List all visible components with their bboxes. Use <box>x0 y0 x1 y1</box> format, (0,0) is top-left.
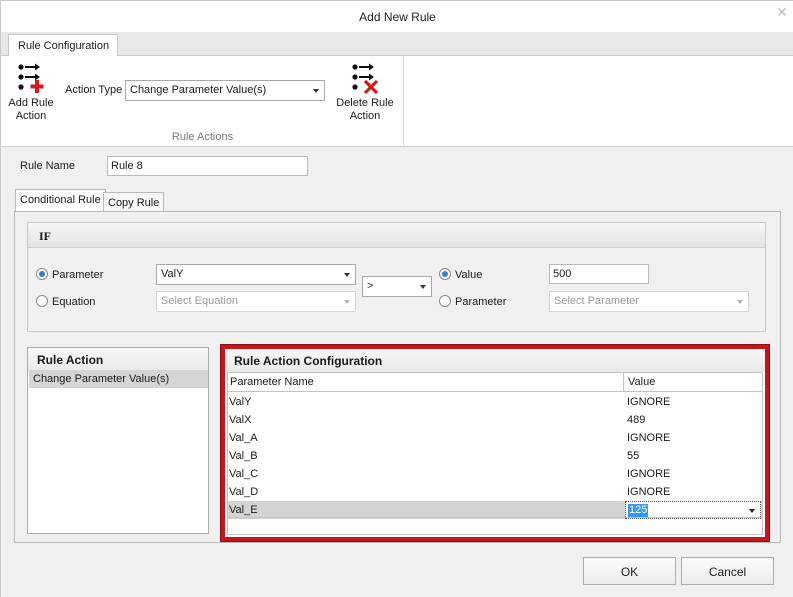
conditional-rule-page: IF Parameter Equation ValY Select Equati… <box>14 211 781 543</box>
radio-left-parameter[interactable]: Parameter <box>36 268 103 281</box>
radio-selected-icon <box>439 268 451 280</box>
left-parameter-select[interactable]: ValY <box>156 264 356 285</box>
tab-rule-configuration[interactable]: Rule Configuration <box>8 34 118 57</box>
column-divider[interactable] <box>623 373 624 392</box>
table-row[interactable]: Val_C IGNORE <box>228 465 762 483</box>
rule-actions-caption: Rule Actions <box>171 131 234 143</box>
value-cell[interactable]: 489 <box>627 414 645 426</box>
parameter-name-cell: ValY <box>229 396 252 408</box>
equation-select[interactable]: Select Equation <box>156 291 356 312</box>
ok-button[interactable]: OK <box>583 557 676 585</box>
operator-value: > <box>367 280 374 292</box>
chevron-down-icon[interactable] <box>749 509 755 513</box>
ribbon: Add Rule Action Action Type Change Param… <box>1 56 793 147</box>
dialog-content: Rule Name Rule 8 Conditional Rule Copy R… <box>1 147 793 547</box>
delete-rule-action-button[interactable]: Delete Rule Action <box>332 62 398 123</box>
value-cell[interactable]: 55 <box>627 450 639 462</box>
title-bar: Add New Rule ✕ <box>1 1 793 32</box>
chevron-down-icon <box>313 89 319 93</box>
rule-action-configuration-panel: Rule Action Configuration Parameter Name… <box>221 345 769 541</box>
close-icon[interactable]: ✕ <box>772 3 792 21</box>
if-panel: IF Parameter Equation ValY Select Equati… <box>27 222 766 332</box>
compare-value-input[interactable]: 500 <box>549 264 649 284</box>
grid-header: Parameter Name Value <box>228 373 762 392</box>
delete-action-icon <box>352 63 379 94</box>
action-type-select[interactable]: Change Parameter Value(s) <box>125 80 325 101</box>
grid-bottom-border <box>228 517 762 518</box>
table-row[interactable]: ValY IGNORE <box>228 393 762 411</box>
ribbon-tab-strip: Rule Configuration <box>1 32 793 57</box>
tab-copy-rule[interactable]: Copy Rule <box>103 192 165 213</box>
rule-action-panel: Rule Action Change Parameter Value(s) <box>27 347 209 534</box>
value-cell[interactable]: IGNORE <box>627 468 670 480</box>
compare-parameter-select[interactable]: Select Parameter <box>549 291 749 312</box>
rule-action-configuration-title: Rule Action Configuration <box>225 349 765 372</box>
radio-label: Parameter <box>455 296 507 308</box>
rule-actions-group: Add Rule Action Action Type Change Param… <box>1 56 404 147</box>
radio-unselected-icon <box>439 295 451 307</box>
if-panel-title: IF <box>28 223 765 248</box>
rule-name-input[interactable]: Rule 8 <box>107 156 308 176</box>
delete-rule-action-label: Delete Rule Action <box>336 97 394 122</box>
chevron-down-icon <box>737 300 743 304</box>
value-edit-text[interactable]: 125 <box>628 504 649 517</box>
rule-action-item[interactable]: Change Parameter Value(s) <box>29 370 208 388</box>
radio-label: Parameter <box>52 269 104 281</box>
parameter-name-cell: Val_B <box>229 450 258 462</box>
action-type-value: Change Parameter Value(s) <box>130 84 267 96</box>
compare-parameter-placeholder: Select Parameter <box>554 295 639 307</box>
parameter-name-cell: Val_D <box>229 486 259 498</box>
radio-unselected-icon <box>36 295 48 307</box>
radio-label: Equation <box>52 296 96 308</box>
operator-select[interactable]: > <box>362 276 432 297</box>
equation-placeholder: Select Equation <box>161 295 239 307</box>
parameter-name-cell: Val_A <box>229 432 258 444</box>
tab-conditional-rule[interactable]: Conditional Rule <box>15 189 106 212</box>
value-cell[interactable]: IGNORE <box>627 432 670 444</box>
rule-action-title: Rule Action <box>28 348 208 371</box>
chevron-down-icon <box>420 285 426 289</box>
radio-left-equation[interactable]: Equation <box>36 295 95 308</box>
value-cell[interactable]: IGNORE <box>627 396 670 408</box>
add-rule-action-button[interactable]: Add Rule Action <box>7 62 55 123</box>
parameter-name-cell: Val_E <box>229 504 258 516</box>
table-row[interactable]: Val_A IGNORE <box>228 429 762 447</box>
table-row[interactable]: ValX 489 <box>228 411 762 429</box>
add-rule-action-label: Add Rule Action <box>8 97 54 122</box>
radio-label: Value <box>455 269 483 281</box>
rule-name-label: Rule Name <box>20 160 76 172</box>
dialog-footer: OK Cancel <box>1 547 793 597</box>
radio-right-value[interactable]: Value <box>439 268 482 281</box>
column-header-value[interactable]: Value <box>628 376 655 388</box>
radio-right-parameter[interactable]: Parameter <box>439 295 506 308</box>
column-header-parameter-name[interactable]: Parameter Name <box>230 376 314 388</box>
parameter-name-cell: Val_C <box>229 468 259 480</box>
add-action-icon <box>18 63 44 93</box>
cancel-button[interactable]: Cancel <box>681 557 774 585</box>
table-row[interactable]: Val_D IGNORE <box>228 483 762 501</box>
add-new-rule-dialog: Add New Rule ✕ Rule Configuration Add Ru… <box>0 0 793 597</box>
chevron-down-icon <box>344 273 350 277</box>
parameter-grid: Parameter Name Value ValY IGNORE ValX 48… <box>227 372 763 535</box>
action-type-label: Action Type <box>65 84 123 96</box>
left-parameter-value: ValY <box>161 268 184 280</box>
window-title: Add New Rule <box>359 10 436 24</box>
chevron-down-icon <box>344 300 350 304</box>
table-row[interactable]: Val_B 55 <box>228 447 762 465</box>
radio-selected-icon <box>36 268 48 280</box>
parameter-name-cell: ValX <box>229 414 252 426</box>
value-cell[interactable]: IGNORE <box>627 486 670 498</box>
